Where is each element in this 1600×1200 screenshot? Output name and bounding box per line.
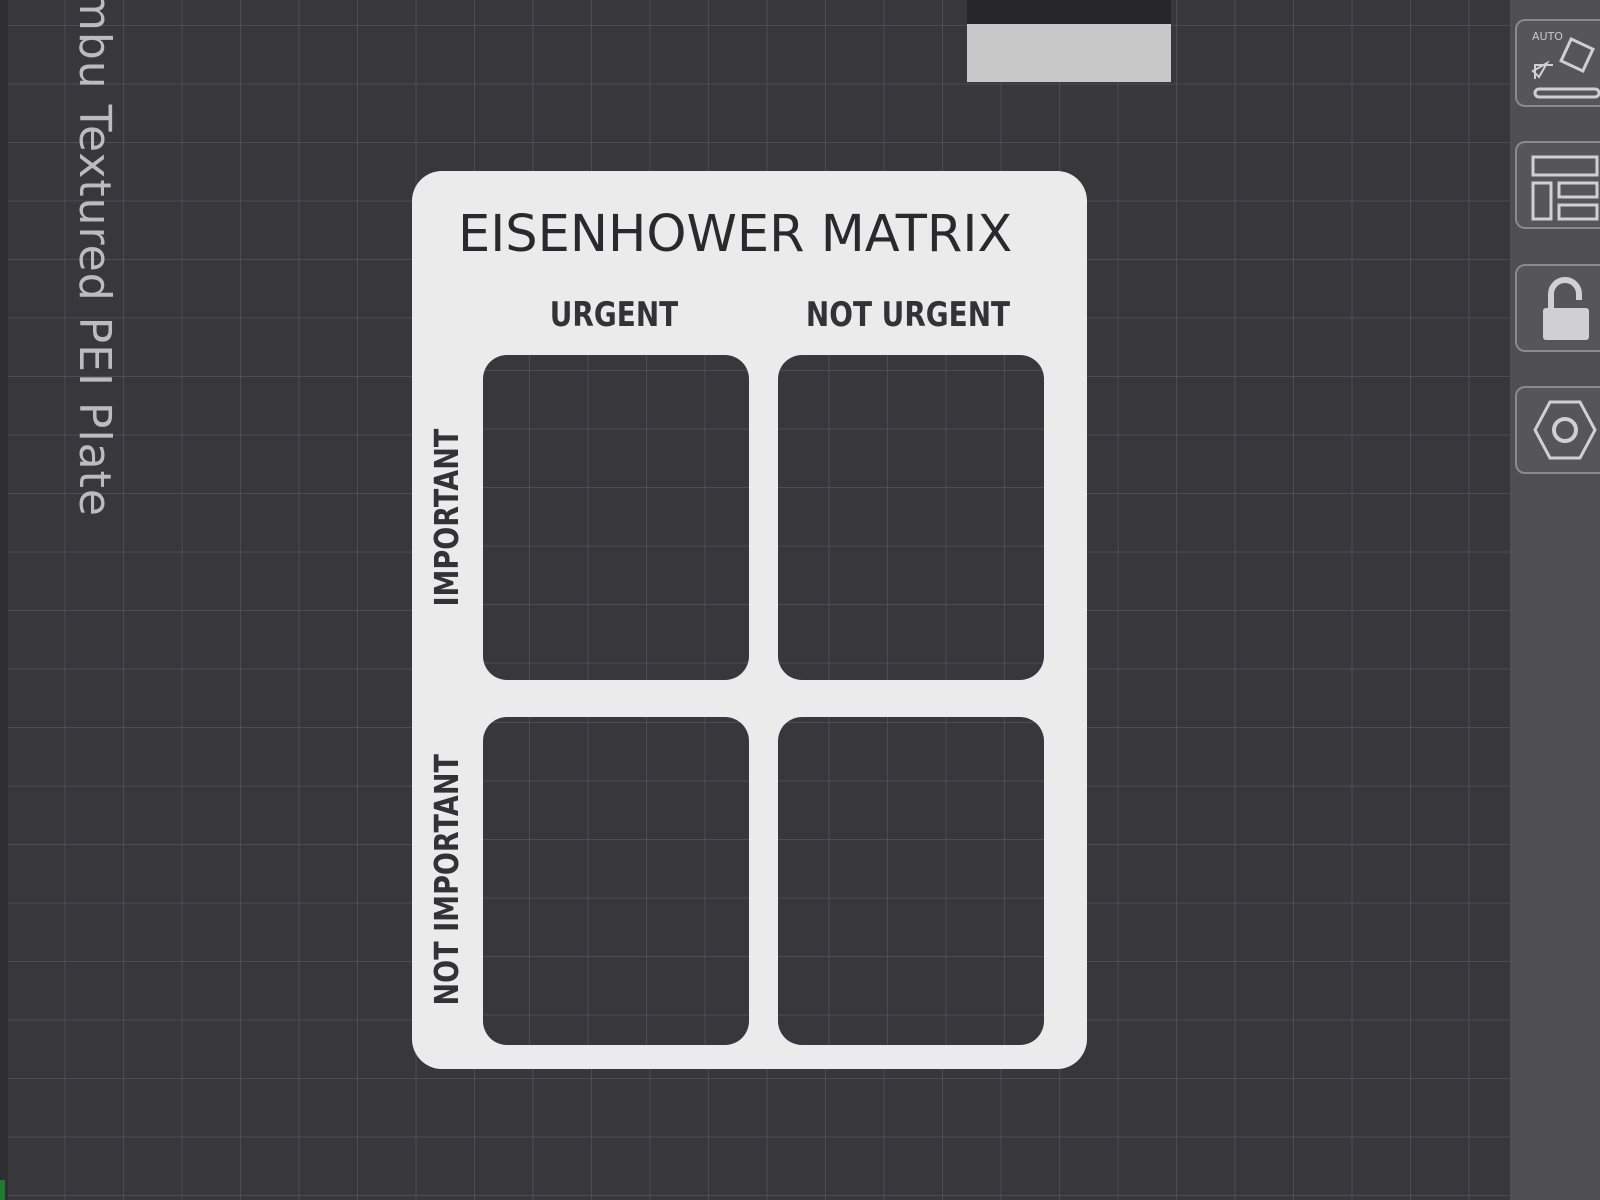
row-label-not-important: NOT IMPORTANT bbox=[427, 754, 466, 1006]
row-label-important: IMPORTANT bbox=[427, 429, 466, 607]
auto-orient-button[interactable]: AUTO bbox=[1515, 19, 1600, 107]
model-title: EISENHOWER MATRIX bbox=[458, 205, 1013, 264]
unlock-icon bbox=[1543, 277, 1589, 340]
plate-edge bbox=[0, 0, 8, 1200]
other-object[interactable] bbox=[967, 0, 1171, 82]
3d-viewport[interactable]: ambu Textured PEI Plate EISENHOWER MATRI… bbox=[0, 0, 1600, 1200]
eisenhower-matrix-model[interactable]: EISENHOWER MATRIX URGENT NOT URGENT IMPO… bbox=[412, 171, 1087, 1069]
settings-button[interactable] bbox=[1515, 386, 1600, 474]
plate-label: ambu Textured PEI Plate bbox=[69, 0, 120, 517]
axis-indicator bbox=[0, 1180, 5, 1200]
matrix-cell-not-urgent-important bbox=[778, 355, 1044, 680]
settings-hexagon-icon bbox=[1533, 400, 1597, 460]
arrange-icon bbox=[1531, 155, 1599, 221]
lock-button[interactable] bbox=[1515, 264, 1600, 352]
other-object-top bbox=[967, 0, 1171, 24]
matrix-cell-urgent-important bbox=[483, 355, 749, 680]
column-label-not-urgent: NOT URGENT bbox=[805, 295, 1011, 335]
right-toolbar: AUTO bbox=[1510, 0, 1600, 1200]
matrix-cell-not-urgent-not-important bbox=[778, 717, 1044, 1045]
auto-orient-icon bbox=[1531, 37, 1600, 99]
matrix-cell-urgent-not-important bbox=[483, 717, 749, 1045]
column-label-urgent: URGENT bbox=[549, 295, 679, 335]
arrange-button[interactable] bbox=[1515, 141, 1600, 229]
